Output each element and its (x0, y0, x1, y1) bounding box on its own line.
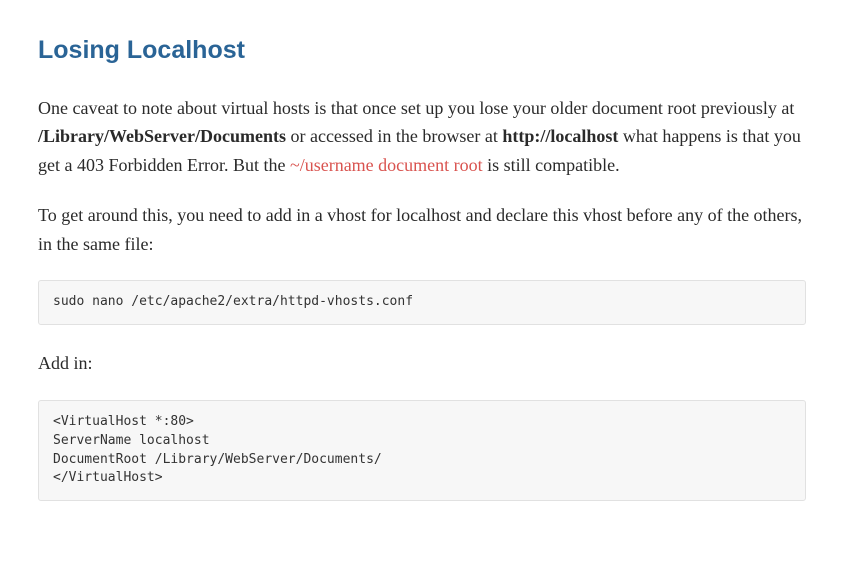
para1-bold-2: http://localhost (502, 126, 618, 146)
para1-bold-1: /Library/WebServer/Documents (38, 126, 286, 146)
paragraph-1: One caveat to note about virtual hosts i… (38, 94, 806, 179)
paragraph-2: To get around this, you need to add in a… (38, 201, 806, 258)
add-in-text: Add in: (38, 349, 806, 378)
para1-text-4: is still compatible. (483, 155, 620, 175)
username-document-root-link[interactable]: ~/username document root (290, 155, 483, 175)
para1-text-1: One caveat to note about virtual hosts i… (38, 98, 794, 118)
code-block-2: <VirtualHost *:80> ServerName localhost … (38, 400, 806, 501)
code-block-1: sudo nano /etc/apache2/extra/httpd-vhost… (38, 280, 806, 325)
section-heading: Losing Localhost (38, 30, 806, 70)
para1-text-2: or accessed in the browser at (286, 126, 502, 146)
